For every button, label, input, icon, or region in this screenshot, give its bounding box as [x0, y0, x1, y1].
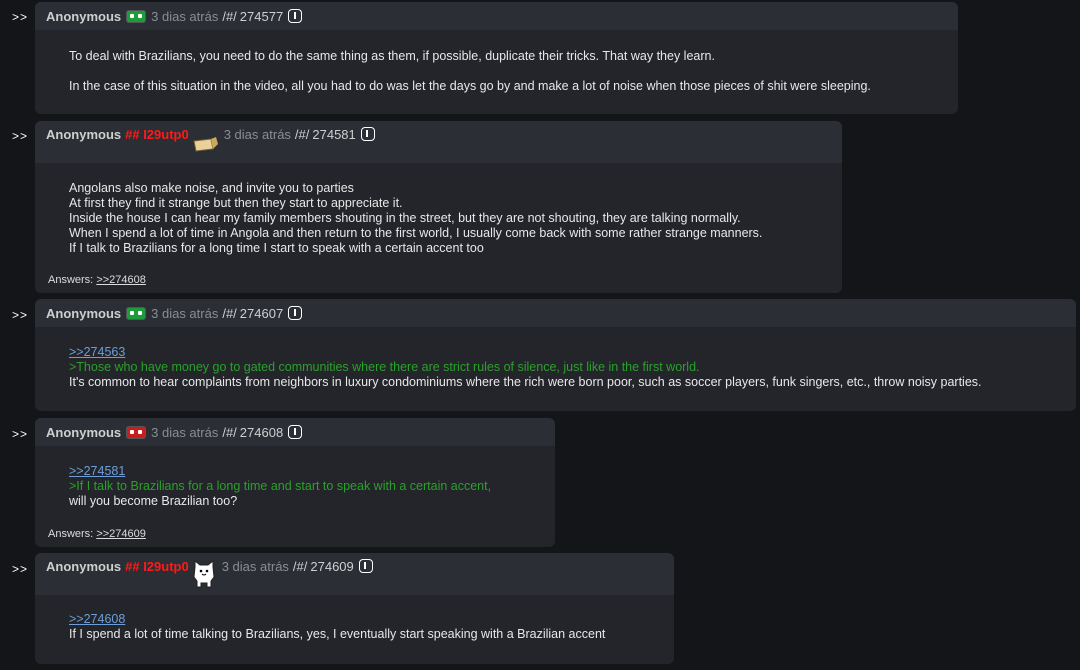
post-header: Anonymous ## I29utp0 3 dias atrás /#/ 27…: [35, 553, 674, 595]
greentext: >If I talk to Brazilians for a long time…: [69, 479, 492, 493]
post-text-line: To deal with Brazilians, you need to do …: [69, 49, 715, 63]
post-text-line: In the case of this situation in the vid…: [69, 79, 871, 93]
post-body: To deal with Brazilians, you need to do …: [35, 30, 958, 94]
greentext: >Those who have money go to gated commun…: [69, 360, 700, 374]
post-header: Anonymous 3 dias atrás /#/ 274608: [35, 418, 555, 446]
post-number[interactable]: 274581: [312, 127, 355, 142]
post-header: Anonymous ## I29utp0 3 dias atrás /#/ 27…: [35, 121, 842, 163]
post-text-line: At first they find it strange but then t…: [69, 196, 403, 210]
author-name: Anonymous: [46, 305, 122, 321]
quote-link[interactable]: >>274581: [69, 464, 125, 478]
post-text-line: When I spend a lot of time in Angola and…: [69, 226, 763, 240]
post-time: 3 dias atrás: [151, 305, 219, 321]
post-body: >>274563 >Those who have money go to gat…: [35, 327, 1076, 390]
flag-icon: [126, 9, 147, 23]
post-number[interactable]: 274607: [240, 306, 283, 321]
answers-label: Answers:: [48, 528, 94, 540]
post-number[interactable]: 274577: [240, 9, 283, 24]
post-time: 3 dias atrás: [151, 424, 219, 440]
post-header: Anonymous 3 dias atrás /#/ 274607: [35, 299, 1076, 327]
answers-label: Answers:: [48, 274, 94, 286]
board-link[interactable]: /#/: [222, 425, 236, 440]
post-number[interactable]: 274609: [310, 559, 353, 574]
post-text-line: It's common to hear complaints from neig…: [69, 375, 982, 389]
post-time: 3 dias atrás: [223, 127, 291, 142]
post-card: Anonymous 3 dias atrás /#/ 274608 >>2745…: [35, 418, 555, 547]
author-name: Anonymous: [46, 424, 122, 440]
post-header: Anonymous 3 dias atrás /#/ 274577: [35, 2, 958, 30]
author-name: Anonymous: [46, 559, 122, 574]
post-card: Anonymous ## I29utp0 3 dias atrás /#/ 27…: [35, 121, 842, 293]
post-prefix: >>: [12, 562, 29, 576]
post-time: 3 dias atrás: [151, 8, 219, 24]
post-text-line: If I spend a lot of time talking to Braz…: [69, 627, 606, 641]
author-name: Anonymous: [46, 8, 122, 24]
post-body: Angolans also make noise, and invite you…: [35, 163, 842, 256]
quote-link[interactable]: >>274563: [69, 345, 125, 359]
board-link[interactable]: /#/: [295, 127, 309, 142]
report-icon[interactable]: [288, 306, 303, 320]
report-icon[interactable]: [288, 425, 303, 439]
post-card: Anonymous ## I29utp0 3 dias atrás /#/ 27…: [35, 553, 674, 664]
answers: Answers: >>274608: [48, 274, 146, 286]
tripcode: ## I29utp0: [125, 127, 189, 142]
flag-icon: [126, 306, 147, 320]
post-body: >>274581 >If I talk to Brazilians for a …: [35, 446, 555, 509]
post-text-line: will you become Brazilian too?: [69, 494, 238, 508]
cat-icon: [191, 559, 217, 589]
tripcode: ## I29utp0: [125, 559, 189, 574]
post-prefix: >>: [12, 10, 29, 24]
answers: Answers: >>274609: [48, 528, 146, 540]
board-link[interactable]: /#/: [222, 9, 236, 24]
post-prefix: >>: [12, 308, 29, 322]
post-body: >>274608 If I spend a lot of time talkin…: [35, 595, 674, 642]
answer-link[interactable]: >>274609: [96, 528, 146, 540]
answer-link[interactable]: >>274608: [96, 274, 146, 286]
pencil-icon: [191, 127, 219, 155]
report-icon[interactable]: [358, 559, 373, 573]
report-icon[interactable]: [360, 127, 375, 141]
post-text-line: Angolans also make noise, and invite you…: [69, 181, 354, 195]
post-time: 3 dias atrás: [221, 559, 289, 574]
post-text-line: If I talk to Brazilians for a long time …: [69, 241, 484, 255]
board-link[interactable]: /#/: [222, 306, 236, 321]
post-prefix: >>: [12, 427, 29, 441]
quote-link[interactable]: >>274608: [69, 612, 125, 626]
post-card: Anonymous 3 dias atrás /#/ 274577 To dea…: [35, 2, 958, 114]
author-name: Anonymous: [46, 127, 122, 142]
board-link[interactable]: /#/: [293, 559, 307, 574]
post-number[interactable]: 274608: [240, 425, 283, 440]
flag-icon: [126, 425, 147, 439]
post-text-line: Inside the house I can hear my family me…: [69, 211, 741, 225]
post-prefix: >>: [12, 129, 29, 143]
report-icon[interactable]: [288, 9, 303, 23]
post-card: Anonymous 3 dias atrás /#/ 274607 >>2745…: [35, 299, 1076, 411]
